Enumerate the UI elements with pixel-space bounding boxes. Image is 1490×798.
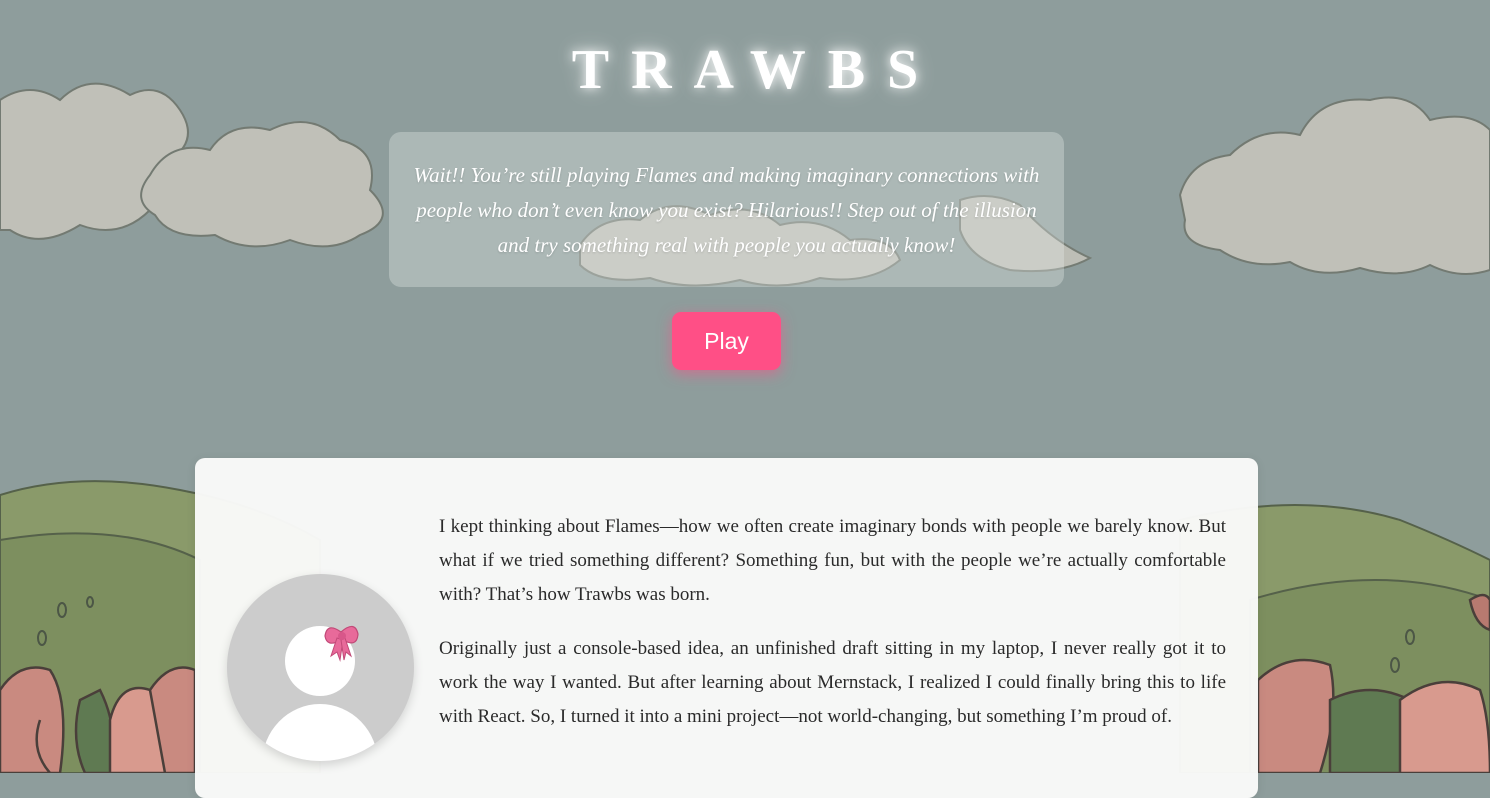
page-content: TRAWBS Wait!! You’re still playing Flame… [0,0,1490,798]
play-button[interactable]: Play [672,312,781,370]
intro-card: Wait!! You’re still playing Flames and m… [389,132,1064,287]
about-text: I kept thinking about Flames—how we ofte… [439,510,1226,754]
avatar-with-bow-icon [262,625,378,761]
about-card: I kept thinking about Flames—how we ofte… [195,458,1258,798]
avatar [227,574,414,761]
about-paragraph: I kept thinking about Flames—how we ofte… [439,516,1226,605]
intro-text: Wait!! You’re still playing Flames and m… [413,163,1040,257]
about-paragraph: Originally just a console-based idea, an… [439,638,1226,727]
page-title: TRAWBS [571,39,941,101]
